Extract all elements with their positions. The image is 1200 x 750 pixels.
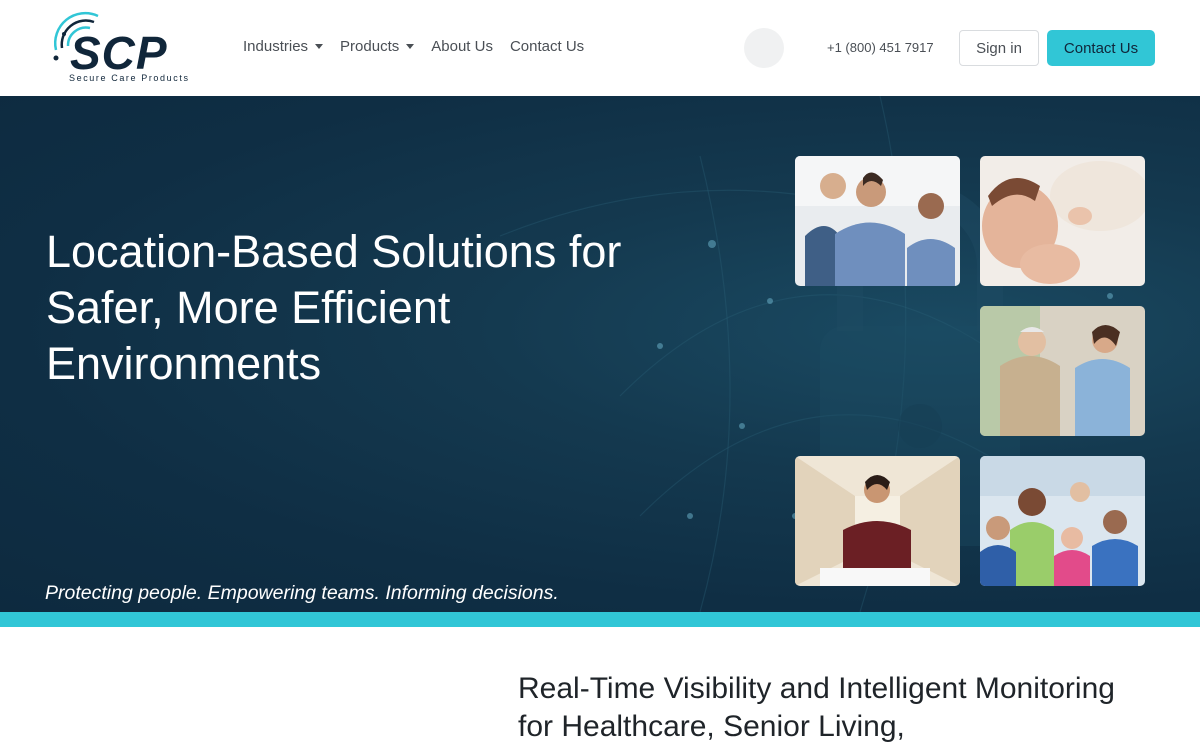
logo-wordmark: SCP: [70, 27, 168, 79]
hero-banner: Location-Based Solutions for Safer, More…: [0, 96, 1200, 612]
scp-logo[interactable]: SCP Secure Care Products: [48, 10, 208, 86]
logo-tagline: Secure Care Products: [69, 73, 190, 83]
nav-contact-us[interactable]: Contact Us: [510, 38, 584, 55]
photo-school-children: [980, 456, 1145, 586]
nav-industries-label: Industries: [243, 38, 309, 55]
photo-hotel-staff: [795, 456, 960, 586]
nav-industries[interactable]: Industries: [243, 38, 324, 55]
phone-number[interactable]: +1 (800) 451 7917: [827, 40, 934, 55]
contact-us-button[interactable]: Contact Us: [1047, 30, 1155, 66]
hero-headline: Location-Based Solutions for Safer, More…: [46, 226, 622, 389]
top-navbar: SCP Secure Care Products Industries Prod…: [0, 0, 1200, 96]
sign-in-button[interactable]: Sign in: [959, 30, 1039, 66]
search-toggle-icon[interactable]: [744, 28, 784, 68]
photo-newborn-baby: [980, 156, 1145, 286]
section-heading: Real-Time Visibility and Intelligent Mon…: [518, 672, 1115, 743]
caret-down-icon: [406, 44, 415, 49]
nav-products[interactable]: Products: [340, 38, 415, 55]
photo-caregiver-senior: [980, 306, 1145, 436]
nav-about-us[interactable]: About Us: [431, 38, 493, 55]
photo-nurses-team: [795, 156, 960, 286]
caret-down-icon: [315, 44, 324, 49]
nav-products-label: Products: [340, 38, 400, 55]
hero-accent-bar: [0, 612, 1200, 627]
main-nav: Industries Products About Us Contact Us: [243, 38, 601, 55]
hero-tagline: Protecting people. Empowering teams. Inf…: [45, 582, 559, 604]
